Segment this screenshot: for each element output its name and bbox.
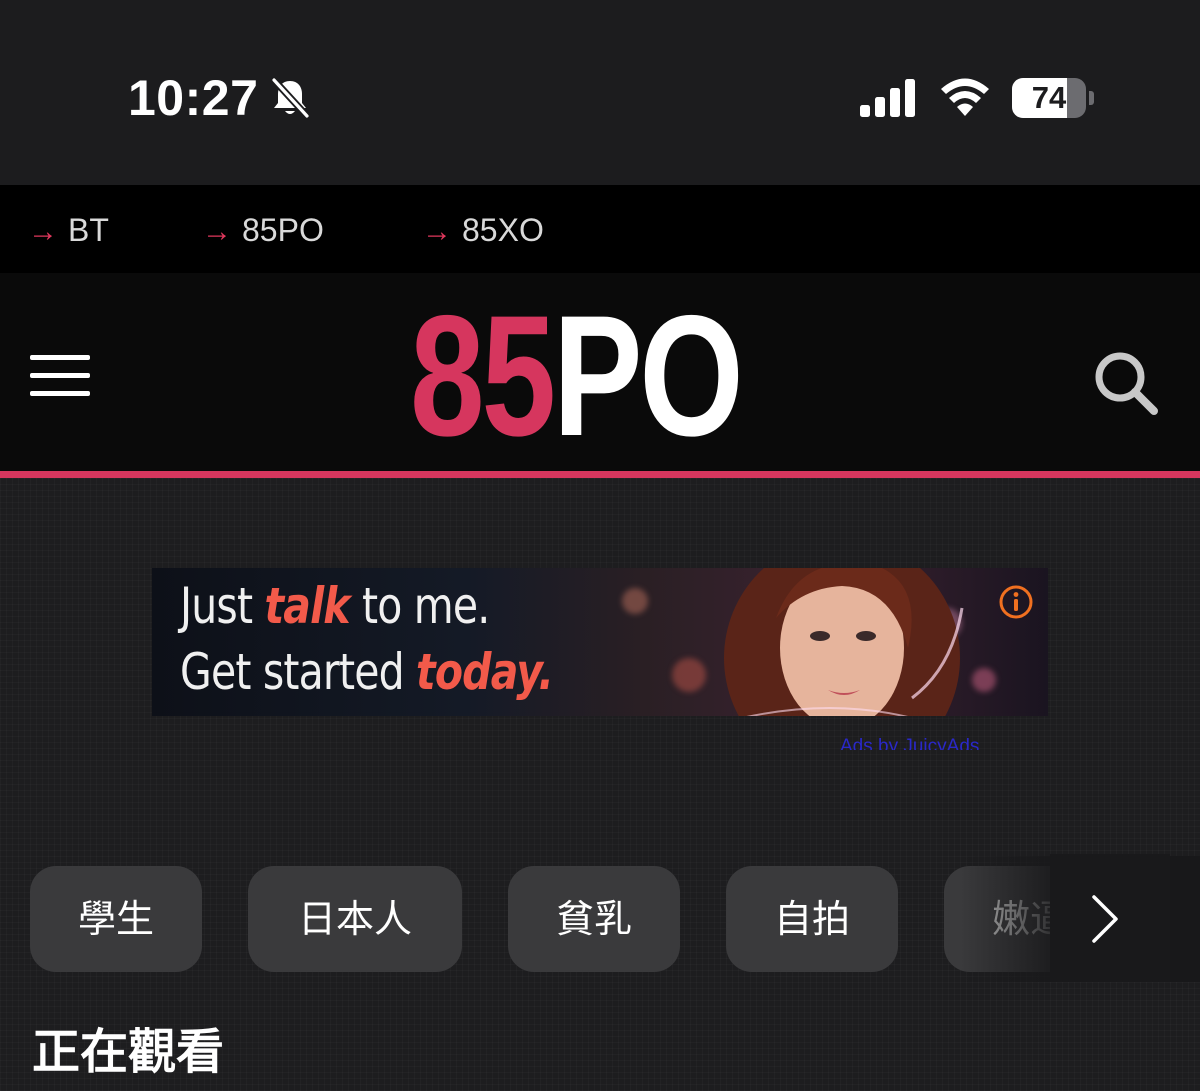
main-content: Just talk to me. Get started today. Ads …: [0, 478, 1200, 1091]
logo-number: 85: [410, 280, 556, 472]
ad-headline-line1: Just talk to me.: [180, 577, 490, 635]
ad-bokeh: [622, 588, 648, 614]
ad-banner[interactable]: Just talk to me. Get started today.: [152, 568, 1048, 716]
arrow-right-icon: →: [422, 215, 452, 248]
top-link-85po[interactable]: → 85PO: [202, 185, 324, 273]
category-chip[interactable]: 學生: [30, 866, 202, 972]
top-link-bt[interactable]: → BT: [28, 185, 109, 273]
category-chip[interactable]: 貧乳: [508, 866, 680, 972]
menu-bar: [30, 391, 90, 396]
ad-bokeh: [672, 658, 706, 692]
battery-icon: 74: [1012, 78, 1094, 118]
status-time: 10:27: [128, 70, 259, 126]
chevron-right-icon: [1092, 895, 1118, 943]
battery-body: 74: [1012, 78, 1086, 118]
wifi-icon: [941, 78, 989, 116]
signal-icon: [860, 79, 915, 117]
ad-bokeh: [972, 668, 996, 692]
category-chip[interactable]: 自拍: [726, 866, 898, 972]
chip-scroll-next-button[interactable]: [1050, 854, 1170, 982]
category-chip-row: 學生 日本人 貧乳 自拍 嫩逼: [0, 854, 1200, 982]
battery-cap: [1089, 91, 1094, 105]
top-link-label: 85XO: [462, 212, 544, 248]
category-chip[interactable]: 日本人: [248, 866, 462, 972]
info-icon[interactable]: [998, 584, 1034, 620]
status-bar: 10:27 74: [0, 0, 1200, 185]
bell-slash-icon: [271, 77, 310, 119]
battery-level: 74: [1031, 80, 1067, 115]
top-link-bar: → BT → 85PO → 85XO: [0, 185, 1200, 273]
ad-model-image: [724, 568, 964, 716]
ad-credit[interactable]: Ads by JuicyAds: [840, 734, 1050, 750]
header-accent-line: [0, 471, 1200, 478]
top-link-label: BT: [68, 212, 109, 248]
hamburger-menu-icon[interactable]: [30, 355, 90, 397]
site-header: 85PO: [0, 273, 1200, 471]
menu-bar: [30, 373, 90, 378]
page: 10:27 74 → BT → 85PO → 85XO 85PO Just ta…: [0, 0, 1200, 1091]
section-title: 正在觀看: [32, 1024, 225, 1080]
menu-bar: [30, 355, 90, 360]
arrow-right-icon: →: [28, 215, 58, 248]
top-link-85xo[interactable]: → 85XO: [422, 185, 544, 273]
ad-headline-line2: Get started today.: [180, 643, 554, 701]
arrow-right-icon: →: [202, 215, 232, 248]
logo-text: PO: [552, 280, 744, 472]
search-icon[interactable]: [1090, 347, 1160, 417]
site-logo[interactable]: 85PO: [410, 290, 744, 462]
top-link-label: 85PO: [242, 212, 324, 248]
